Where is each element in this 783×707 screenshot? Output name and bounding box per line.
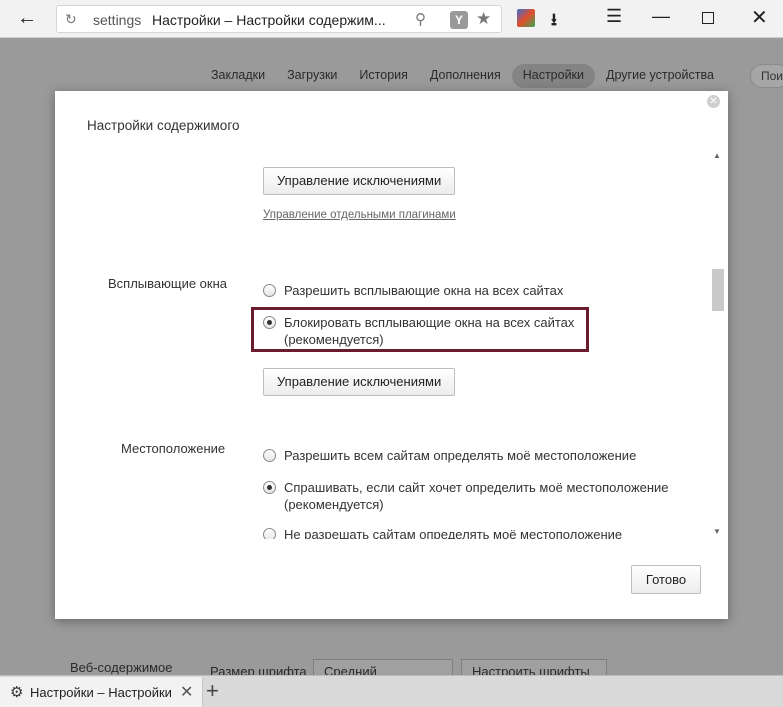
settings-nav: Закладки Загрузки История Дополнения Нас… <box>200 64 725 88</box>
tab-title: Настройки – Настройки содерж <box>30 685 175 700</box>
nav-bookmarks[interactable]: Закладки <box>200 64 276 88</box>
arrow-left-icon[interactable]: ← <box>14 8 40 30</box>
done-button[interactable]: Готово <box>631 565 701 594</box>
location-deny-label: Не разрешать сайтам определять моё место… <box>284 527 623 539</box>
dialog-scroll-area[interactable]: Управление исключениями Управление отдел… <box>55 147 728 539</box>
location-allow-label: Разрешить всем сайтам определять моё мес… <box>284 448 637 463</box>
nav-extensions[interactable]: Дополнения <box>419 64 512 88</box>
star-icon[interactable]: ★ <box>476 9 491 29</box>
popups-section-label: Всплывающие окна <box>108 276 228 291</box>
popups-block-label: Блокировать всплывающие окна на всех сай… <box>284 314 574 348</box>
plugins-exceptions-button[interactable]: Управление исключениями <box>263 167 456 195</box>
nav-settings[interactable]: Настройки <box>511 64 596 88</box>
popups-block-radio[interactable] <box>263 316 276 329</box>
tab-strip: ⚙ Настройки – Настройки содерж ✕ + <box>0 675 783 707</box>
location-ask-label: Спрашивать, если сайт хочет определить м… <box>284 479 669 513</box>
dialog-title: Настройки содержимого <box>87 118 240 133</box>
popups-block-recommended: (рекомендуется) <box>284 332 384 347</box>
popups-exceptions-button[interactable]: Управление исключениями <box>263 368 456 396</box>
location-section-label: Местоположение <box>121 441 226 456</box>
location-deny-radio[interactable] <box>263 528 276 539</box>
download-icon[interactable]: ⭳ <box>551 7 557 36</box>
minimize-icon[interactable]: — <box>652 6 670 27</box>
browser-toolbar: ← ↻ settings Настройки – Настройки содер… <box>0 0 783 38</box>
location-ask-radio[interactable] <box>263 481 276 494</box>
nav-history[interactable]: История <box>348 64 418 88</box>
web-content-label: Веб-содержимое <box>70 660 173 675</box>
location-ask-text: Спрашивать, если сайт хочет определить м… <box>284 480 669 495</box>
address-page-title: Настройки – Настройки содержим... <box>152 12 386 28</box>
maximize-icon[interactable] <box>702 12 714 24</box>
content-settings-dialog: ✕ Настройки содержимого Управление исклю… <box>55 91 728 619</box>
address-host: settings <box>93 12 142 28</box>
location-allow-option[interactable]: Разрешить всем сайтам определять моё мес… <box>263 447 636 464</box>
location-deny-option[interactable]: Не разрешать сайтам определять моё место… <box>263 526 622 539</box>
tab-close-icon[interactable]: ✕ <box>180 682 193 702</box>
location-ask-option[interactable]: Спрашивать, если сайт хочет определить м… <box>263 479 669 513</box>
scroll-down-icon[interactable]: ▼ <box>713 527 721 536</box>
scroll-up-icon[interactable]: ▲ <box>713 151 721 160</box>
popups-block-text: Блокировать всплывающие окна на всех сай… <box>284 315 575 330</box>
location-allow-radio[interactable] <box>263 449 276 462</box>
nav-other-devices[interactable]: Другие устройства <box>595 64 725 88</box>
yandex-icon[interactable]: Y <box>450 11 468 29</box>
extension-icon[interactable] <box>517 9 535 27</box>
search-icon[interactable]: ⚲ <box>415 10 426 28</box>
popups-allow-radio[interactable] <box>263 284 276 297</box>
address-bar[interactable]: ↻ settings Настройки – Настройки содержи… <box>56 5 502 33</box>
location-ask-recommended: (рекомендуется) <box>284 497 384 512</box>
hamburger-menu-icon[interactable]: ☰ <box>606 6 622 27</box>
new-tab-plus-icon[interactable]: + <box>206 678 219 704</box>
popups-allow-label: Разрешить всплывающие окна на всех сайта… <box>284 283 564 298</box>
close-icon[interactable]: ✕ <box>751 5 768 30</box>
nav-downloads[interactable]: Загрузки <box>276 64 348 88</box>
gear-icon: ⚙ <box>10 684 24 701</box>
manage-plugins-link[interactable]: Управление отдельными плагинами <box>263 209 456 221</box>
reload-icon[interactable]: ↻ <box>65 11 77 28</box>
dialog-scrollbar[interactable]: ▲ ▼ <box>711 151 725 541</box>
dialog-close-icon[interactable]: ✕ <box>707 95 720 108</box>
settings-search-input[interactable]: Поис <box>750 64 783 88</box>
popups-allow-option[interactable]: Разрешить всплывающие окна на всех сайта… <box>263 282 563 299</box>
scrollbar-thumb[interactable] <box>712 269 724 311</box>
popups-block-option[interactable]: Блокировать всплывающие окна на всех сай… <box>263 314 574 348</box>
tab-settings[interactable]: ⚙ Настройки – Настройки содерж ✕ <box>0 677 203 707</box>
